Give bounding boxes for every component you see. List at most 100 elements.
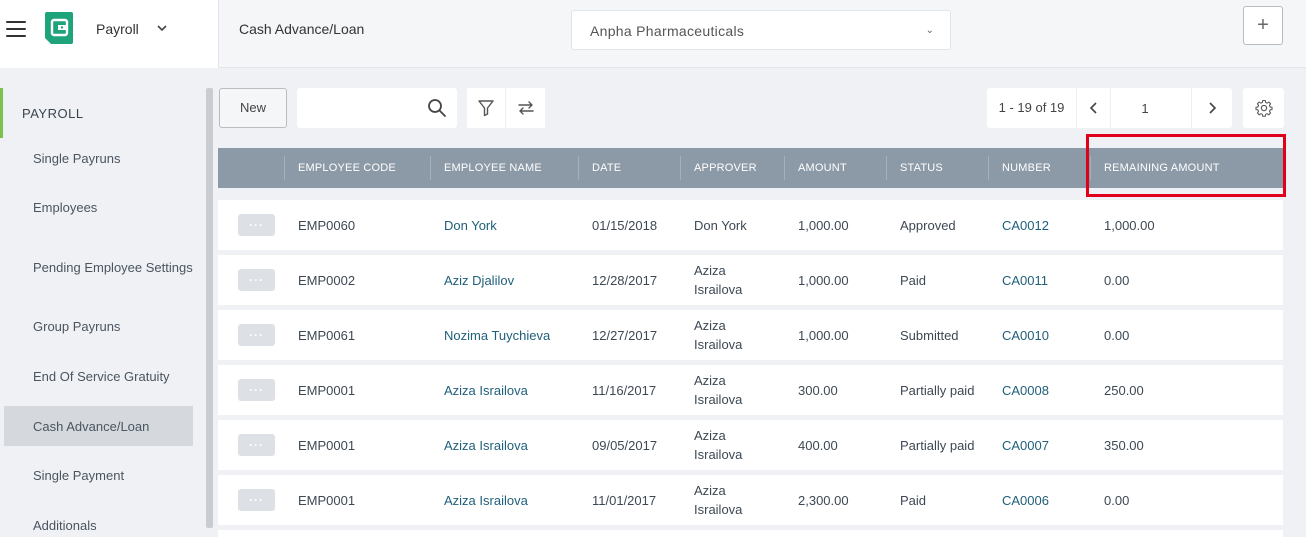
- cell-status: Paid: [900, 272, 927, 288]
- add-button[interactable]: +: [1243, 6, 1283, 45]
- cell-number-link[interactable]: CA0007: [1002, 420, 1049, 470]
- gear-icon: [1254, 99, 1273, 117]
- cell-approver: Aziza Israilova: [694, 263, 743, 297]
- column-separator: [680, 156, 681, 180]
- cell-employee-name-link[interactable]: Aziz Djalilov: [444, 255, 514, 305]
- module-name[interactable]: Payroll: [96, 21, 139, 37]
- cell-status: Submitted: [900, 327, 959, 343]
- cell-employee-name-link[interactable]: Aziza Israilova: [444, 365, 528, 415]
- cell-employee-name-link[interactable]: Nozima Tuychieva: [444, 310, 550, 360]
- cell-employee-code: EMP0002: [298, 272, 356, 288]
- cell-employee-name-link[interactable]: Aziza Israilova: [444, 475, 528, 525]
- cell-date: 12/28/2017: [592, 272, 658, 288]
- column-header-employee-code[interactable]: EMPLOYEE CODE: [298, 148, 396, 188]
- table-row[interactable]: ··· EMP0002 Aziz Djalilov 12/28/2017 Azi…: [218, 255, 1283, 305]
- cell-date: 09/05/2017: [592, 437, 658, 453]
- pager-range: 1 - 19 of 19: [987, 88, 1077, 128]
- column-header-date[interactable]: DATE: [592, 148, 621, 188]
- sidebar-item-single-payruns[interactable]: Single Payruns: [4, 138, 193, 178]
- sidebar-item-cash-advance-loan[interactable]: Cash Advance/Loan: [4, 406, 193, 446]
- refresh-button[interactable]: [506, 88, 545, 128]
- cell-remaining-amount: 250.00: [1104, 382, 1144, 398]
- sidebar-scrollbar[interactable]: [206, 88, 213, 528]
- row-actions-button[interactable]: ···: [238, 269, 275, 291]
- top-bar: Payroll Cash Advance/Loan Anpha Pharmace…: [0, 0, 1306, 68]
- cell-employee-name-link[interactable]: Don York: [444, 200, 497, 250]
- sidebar-item-group-payruns[interactable]: Group Payruns: [4, 306, 193, 346]
- column-header-employee-name[interactable]: EMPLOYEE NAME: [444, 148, 542, 188]
- pagination: 1 - 19 of 19: [987, 88, 1232, 128]
- page-number-input[interactable]: [1111, 88, 1179, 128]
- column-header-number[interactable]: NUMBER: [1002, 148, 1051, 188]
- previous-page-button[interactable]: [1077, 88, 1111, 128]
- cell-status: Paid: [900, 492, 927, 508]
- cell-amount: 1,000.00: [798, 272, 849, 288]
- table-row[interactable]: ··· EMP0001 Aziza Israilova 11/16/2017 A…: [218, 365, 1283, 415]
- row-actions-button[interactable]: ···: [238, 324, 275, 346]
- cell-number-link[interactable]: CA0010: [1002, 310, 1049, 360]
- company-select[interactable]: Anpha Pharmaceuticals ⌄: [571, 10, 951, 50]
- new-button[interactable]: New: [219, 88, 287, 128]
- row-actions-button[interactable]: ···: [238, 489, 275, 511]
- cell-date: 01/15/2018: [592, 217, 658, 233]
- cell-number-link[interactable]: CA0006: [1002, 475, 1049, 525]
- cell-approver: Aziza Israilova: [694, 483, 743, 517]
- sidebar-item-additionals[interactable]: Additionals: [4, 505, 193, 537]
- swap-icon: [517, 101, 534, 115]
- hamburger-icon[interactable]: [6, 21, 26, 39]
- column-header-amount[interactable]: AMOUNT: [798, 148, 847, 188]
- sidebar-item-end-of-service-gratuity[interactable]: End Of Service Gratuity: [4, 356, 193, 396]
- page-title: Cash Advance/Loan: [239, 21, 365, 37]
- cell-employee-name-link[interactable]: Aziza Israilova: [444, 420, 528, 470]
- cell-number-link[interactable]: CA0012: [1002, 200, 1049, 250]
- cell-approver: Don York: [694, 217, 747, 233]
- cell-remaining-amount: 0.00: [1104, 492, 1130, 508]
- sidebar: PAYROLL Single Payruns Employees Pending…: [0, 88, 203, 537]
- column-header-approver[interactable]: APPROVER: [694, 148, 757, 188]
- cell-number-link[interactable]: CA0011: [1002, 255, 1048, 305]
- cell-approver: Aziza Israilova: [694, 373, 743, 407]
- row-actions-button[interactable]: ···: [238, 434, 275, 456]
- column-separator: [988, 156, 989, 180]
- table-row[interactable]: ··· EMP0060 Don York 01/15/2018 Don York…: [218, 200, 1283, 250]
- cell-date: 12/27/2017: [592, 327, 658, 343]
- search-input[interactable]: [297, 88, 422, 128]
- cell-employee-code: EMP0001: [298, 437, 356, 453]
- sidebar-item-pending-employee-settings[interactable]: Pending Employee Settings: [4, 247, 193, 287]
- chevron-down-icon: ⌄: [925, 25, 934, 36]
- column-separator: [284, 156, 285, 180]
- sidebar-active-indicator: [0, 88, 3, 138]
- table-row[interactable]: ··· EMP0061 Nozima Tuychieva 12/27/2017 …: [218, 310, 1283, 360]
- cell-remaining-amount: 1,000.00: [1104, 217, 1155, 233]
- cell-remaining-amount: 0.00: [1104, 327, 1130, 343]
- search-box: [297, 88, 457, 128]
- cell-number-link[interactable]: CA0008: [1002, 365, 1049, 415]
- column-separator: [886, 156, 887, 180]
- cell-status: Approved: [900, 217, 956, 233]
- payroll-logo-icon[interactable]: [43, 10, 75, 46]
- table-row[interactable]: ··· EMP0001 Aziza Israilova 09/05/2017 A…: [218, 420, 1283, 470]
- filter-button[interactable]: [467, 88, 506, 128]
- cell-amount: 400.00: [798, 437, 838, 453]
- next-page-button[interactable]: [1191, 88, 1232, 128]
- row-actions-button[interactable]: ···: [238, 214, 275, 236]
- sidebar-item-employees[interactable]: Employees: [4, 187, 193, 227]
- table-row-partial: [218, 530, 1283, 537]
- cell-amount: 2,300.00: [798, 492, 849, 508]
- column-header-status[interactable]: STATUS: [900, 148, 943, 188]
- sidebar-section-title: PAYROLL: [22, 106, 84, 121]
- column-separator: [430, 156, 431, 180]
- sidebar-item-single-payment[interactable]: Single Payment: [4, 455, 193, 495]
- cell-employee-code: EMP0061: [298, 327, 356, 343]
- settings-button[interactable]: [1243, 88, 1284, 128]
- chevron-left-icon: [1089, 102, 1097, 114]
- row-actions-button[interactable]: ···: [238, 379, 275, 401]
- search-icon[interactable]: [427, 98, 447, 118]
- cell-approver: Aziza Israilova: [694, 318, 743, 352]
- cell-remaining-amount: 0.00: [1104, 272, 1130, 288]
- chevron-down-icon[interactable]: [156, 22, 168, 34]
- column-separator: [784, 156, 785, 180]
- table-row[interactable]: ··· EMP0001 Aziza Israilova 11/01/2017 A…: [218, 475, 1283, 525]
- chevron-right-icon: [1209, 102, 1217, 114]
- filter-icon: [478, 100, 494, 117]
